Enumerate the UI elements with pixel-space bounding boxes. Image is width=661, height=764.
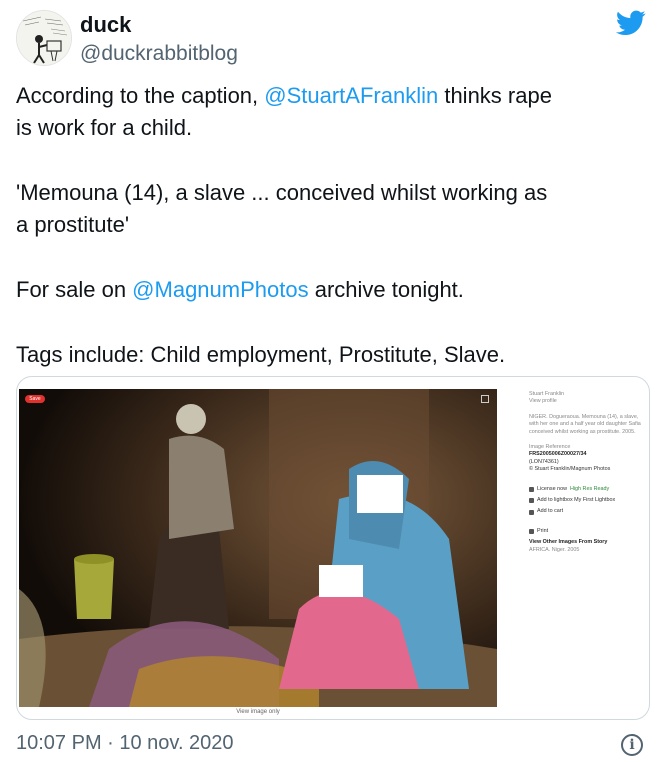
tweet-line: 'Memouna (14), a slave ... conceived whi… xyxy=(16,180,548,205)
archive-photo[interactable]: Save xyxy=(19,389,497,707)
user-handle[interactable]: @duckrabbitblog xyxy=(80,42,238,66)
media-card[interactable]: Save View image only Stuart Franklin Vie… xyxy=(16,376,650,720)
copyright-text: © Stuart Franklin/Magnum Photos xyxy=(529,466,611,473)
print-link[interactable]: Print xyxy=(529,528,645,535)
view-other-images-link[interactable]: View Other Images From Story xyxy=(529,539,645,546)
add-to-cart-link[interactable]: Add to cart xyxy=(529,508,645,515)
tweet-line: Tags include: Child employment, Prostitu… xyxy=(16,342,506,367)
add-to-lightbox-link[interactable]: Add to lightbox My First Lightbox xyxy=(529,497,645,504)
display-name[interactable]: duck xyxy=(80,12,131,38)
tweet-timestamp[interactable]: 10:07 PM · 10 nov. 2020 xyxy=(16,732,234,755)
tweet-line: According to the caption, @StuartAFrankl… xyxy=(16,83,552,108)
mention-link[interactable]: @StuartAFranklin xyxy=(264,83,438,108)
image-caption: NIGER. Dogueraoua. Memouna (14), a slave… xyxy=(529,413,641,435)
tweet-line: For sale on @MagnumPhotos archive tonigh… xyxy=(16,277,464,302)
photographer-link[interactable]: Stuart Franklin xyxy=(529,391,645,398)
image-info-panel: Stuart Franklin View profile NIGER. Dogu… xyxy=(529,391,645,554)
story-location[interactable]: AFRICA. Niger. 2005 xyxy=(529,547,645,554)
view-profile-link[interactable]: View profile xyxy=(529,398,645,405)
mention-link[interactable]: @MagnumPhotos xyxy=(132,277,308,302)
tweet-header: duck @duckrabbitblog xyxy=(16,10,646,74)
cart-icon xyxy=(529,509,534,515)
license-icon xyxy=(529,486,534,492)
tweet-line: a prostitute' xyxy=(16,212,130,237)
print-icon xyxy=(529,529,534,535)
view-image-only-link[interactable]: View image only xyxy=(17,709,499,715)
twitter-bird-icon[interactable] xyxy=(616,10,646,36)
save-button[interactable]: Save xyxy=(25,395,45,403)
license-row[interactable]: License now High Res Ready xyxy=(529,486,645,493)
lightbox-icon xyxy=(529,498,534,504)
avatar[interactable] xyxy=(16,10,72,66)
info-icon[interactable]: i xyxy=(621,734,643,756)
image-reference-label: Image Reference xyxy=(529,444,571,451)
image-reference-code: FRS2005006Z00027/34 xyxy=(529,451,587,458)
expand-icon[interactable] xyxy=(481,395,489,403)
tweet-line: is work for a child. xyxy=(16,115,193,140)
tweet-text: According to the caption, @StuartAFrankl… xyxy=(16,80,646,371)
